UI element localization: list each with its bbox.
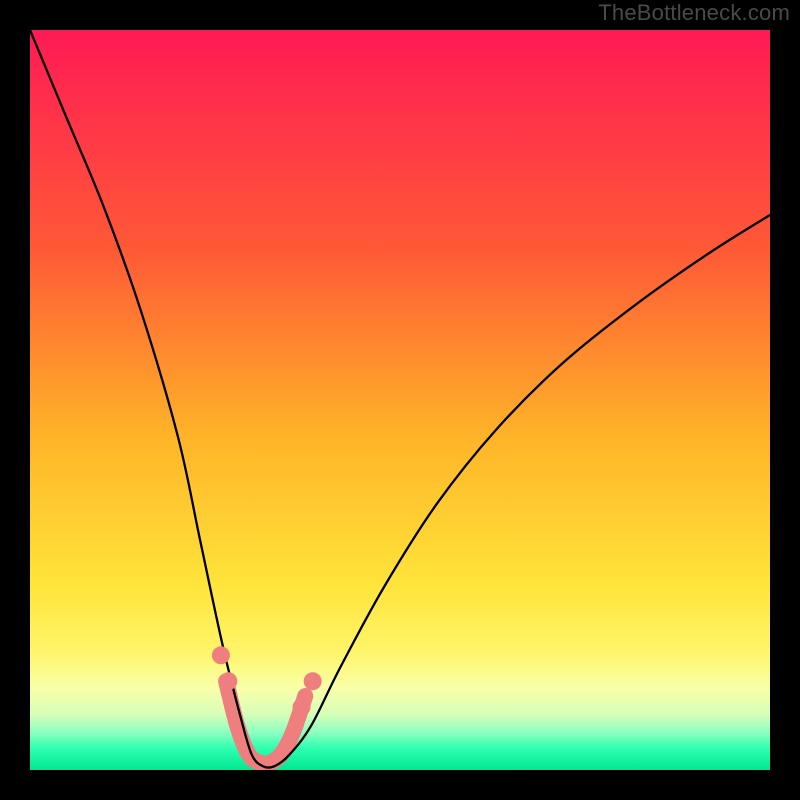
bottleneck-chart [0,0,800,800]
attribution-text: TheBottleneck.com [598,0,790,26]
marker-point [304,672,322,690]
marker-point [212,646,230,664]
plot-background [30,30,770,770]
marker-point [293,698,311,716]
chart-stage: TheBottleneck.com [0,0,800,800]
marker-point [219,672,237,690]
